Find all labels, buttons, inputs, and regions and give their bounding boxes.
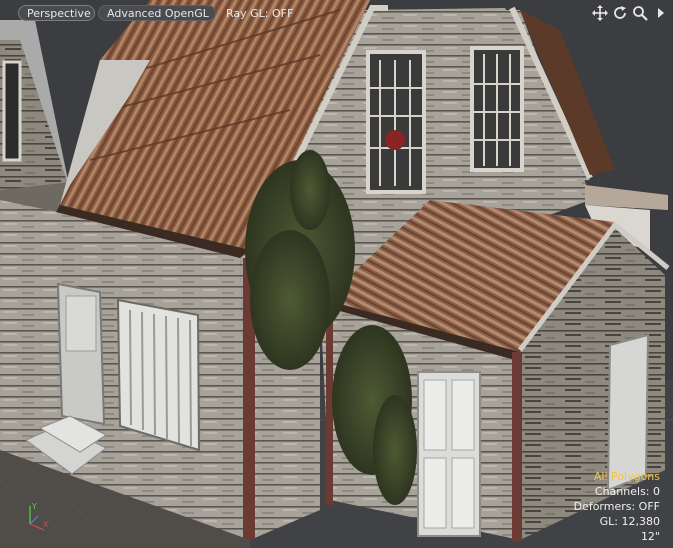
selection-mode-label: All Polygons: [593, 470, 660, 483]
house-3d-scene: [0, 0, 673, 548]
grid-size-label: 12": [640, 530, 660, 543]
3d-viewport[interactable]: Perspective Advanced OpenGL Ray GL: OFF: [0, 0, 673, 548]
ray-gl-toggle[interactable]: Ray GL: OFF: [217, 5, 293, 21]
move-view-icon[interactable]: [592, 5, 608, 21]
channels-count: Channels: 0: [594, 485, 660, 498]
axis-gizmo-icon: Y X: [29, 502, 49, 531]
rotate-view-icon[interactable]: [612, 5, 628, 21]
viewport-toolbar: Perspective Advanced OpenGL Ray GL: OFF: [0, 0, 673, 26]
svg-text:X: X: [43, 520, 49, 529]
view-mode-button[interactable]: Perspective: [18, 5, 95, 21]
deformers-status: Deformers: OFF: [573, 500, 660, 513]
gl-polygon-count: GL: 12,380: [599, 515, 660, 528]
expand-arrow-icon[interactable]: [653, 5, 669, 21]
render-mode-button[interactable]: Advanced OpenGL: [98, 5, 216, 21]
viewport-stats: All Polygons Channels: 0 Deformers: OFF …: [574, 469, 660, 544]
svg-text:Y: Y: [31, 502, 37, 511]
zoom-view-icon[interactable]: [632, 5, 648, 21]
